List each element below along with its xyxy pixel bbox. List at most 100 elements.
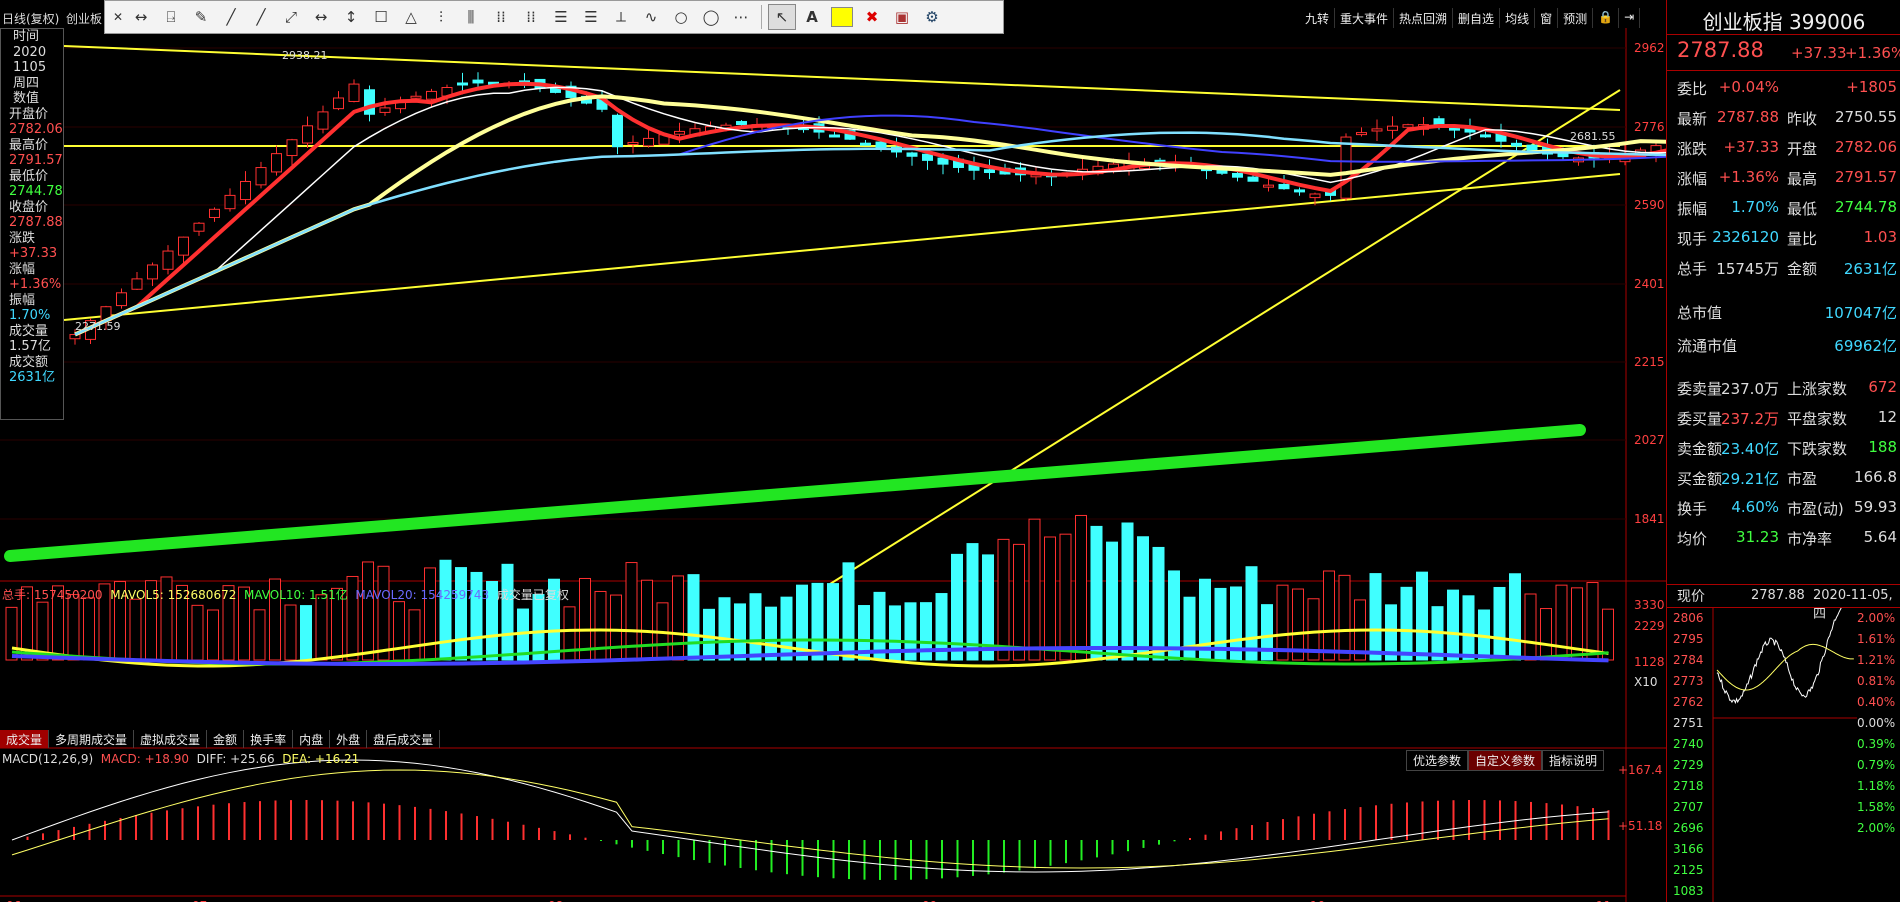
select-pointer-icon[interactable]: ↖ [768,4,796,30]
drawing-tool-2-icon[interactable]: ✎ [187,4,215,30]
candle-body [426,90,437,100]
index-title: 创业板指 399006 [1702,10,1866,34]
quote-value: 237.0万 [1721,380,1779,398]
market-cap-row: 总市值 107047亿 [1667,296,1900,326]
chart-tab-5[interactable]: 窗 [1535,8,1559,28]
data-window-item: 开盘价 [9,106,49,122]
indicator-tab-2[interactable]: 虚拟成交量 [134,730,208,748]
drawing-tool-1-icon[interactable]: ⍈ [157,4,185,30]
quote-label: 总市值 [1677,304,1723,322]
candle-body [1309,193,1321,199]
drawing-tool-3-icon[interactable]: ╱ [217,4,245,30]
volume-bar [83,597,95,661]
drawing-tool-19-icon[interactable]: ◯ [697,4,725,30]
volume-bar [207,609,219,661]
macd-button-1[interactable]: 自定义参数 [1468,750,1543,771]
quote-divider [1667,34,1900,35]
candlesticks [69,72,1662,345]
chart-tab-8[interactable]: ⇥ [1619,8,1641,28]
volume-bar [1044,536,1056,661]
color-picker-button[interactable] [828,4,856,30]
data-window-item: 2020 [13,44,47,60]
indicator-tab-4[interactable]: 换手率 [244,730,294,748]
quote-label: 昨收 [1787,110,1818,128]
delete-icon[interactable]: ✖ [858,4,886,30]
chart-tab-1[interactable]: 重大事件 [1335,8,1395,28]
indicator-tab-0[interactable]: 成交量 [0,730,50,748]
indicator-tab-6[interactable]: 外盘 [330,730,368,748]
volume-bar [393,601,405,661]
chart-tab-2[interactable]: 热点回溯 [1394,8,1454,28]
macd-name[interactable]: MACD(12,26,9) [2,752,93,766]
drawing-tool-13-icon[interactable]: ⁞⁞ [517,4,545,30]
quote-value: 237.2万 [1721,410,1779,428]
indicator-tab-7[interactable]: 盘后成交量 [367,730,441,748]
settings-gear-icon[interactable]: ⚙ [918,4,946,30]
mini-price-tick: 2125 [1673,863,1704,877]
text-tool-icon[interactable]: A [798,4,826,30]
close-icon[interactable]: ✕ [111,4,125,30]
quote-row: 总手 15745万 金额 2631亿 [1667,252,1900,282]
chart-tab-7[interactable]: 🔒 [1593,8,1620,28]
drawing-tool-14-icon[interactable]: ☰ [547,4,575,30]
mini-pct-tick: 2.00% [1857,611,1895,625]
candle-body [333,97,344,110]
drawing-tool-12-icon[interactable]: ⁞⁞ [487,4,515,30]
candle-body [271,153,282,173]
indicator-tab-5[interactable]: 内盘 [293,730,331,748]
quote-value: 2791.57 [1834,168,1897,186]
drawing-tool-11-icon[interactable]: ⫼ [457,4,485,30]
chart-tab-3[interactable]: 删自选 [1453,8,1501,28]
indicator-tab-1[interactable]: 多周期成交量 [49,730,135,748]
candle-body [1263,184,1274,188]
candle-body [116,292,127,307]
mini-pct-tick: 0.81% [1857,674,1895,688]
template-icon[interactable]: ▣ [888,4,916,30]
volume-legend: 总手: 157450200 MAVOL5: 152680672 MAVOL10:… [2,586,569,603]
drawing-tool-4-icon[interactable]: ╱ [247,4,275,30]
quote-row: 委比 +0.04% +1805 [1667,72,1900,102]
macd-buttons: 优选参数 自定义参数 指标说明 [1406,750,1605,771]
chart-tab-6[interactable]: 预测 [1558,8,1594,28]
drawing-tool-15-icon[interactable]: ☰ [577,4,605,30]
candle-body [984,169,995,173]
quote-row: 买金额 29.21亿 市盈 166.8 [1667,462,1900,492]
drawing-tool-9-icon[interactable]: △ [397,4,425,30]
mini-price-tick: 3166 [1673,842,1704,856]
candle-body [162,250,174,270]
macd-button-2[interactable]: 指标说明 [1542,750,1605,771]
drawing-tool-20-icon[interactable]: ⋯ [727,4,755,30]
tab-chinext[interactable]: 创业板 [66,10,102,27]
quote-row: 涨跌 +37.33 开盘 2782.06 [1667,132,1900,162]
drawing-tool-18-icon[interactable]: ○ [667,4,695,30]
quote-label: 涨幅 [1677,170,1708,188]
drawing-tool-10-icon[interactable]: ⫶ [427,4,455,30]
drawing-tool-16-icon[interactable]: ⟂ [607,4,635,30]
macd-button-0[interactable]: 优选参数 [1406,750,1469,771]
drawing-tool-17-icon[interactable]: ∿ [637,4,665,30]
volume-bar [532,594,545,661]
quote-value: 1.70% [1731,198,1779,216]
mini-pct-tick: 0.00% [1857,716,1895,730]
drawing-tool-8-icon[interactable]: ☐ [367,4,395,30]
volume-bar [765,606,777,661]
candle-body [1247,176,1259,182]
indicator-tab-3[interactable]: 金额 [207,730,245,748]
volume-bar [1028,518,1041,661]
chart-tab-0[interactable]: 九转 [1300,8,1336,28]
drawing-tool-6-icon[interactable]: ↔ [307,4,335,30]
quote-row: 最新 2787.88 昨收 2750.55 [1667,102,1900,132]
drawing-tool-5-icon[interactable]: ⤢ [277,4,305,30]
drawing-tool-0-icon[interactable]: ↔ [127,4,155,30]
chart-tab-4[interactable]: 均线 [1500,8,1536,28]
mini-price-tick: 2751 [1673,716,1704,730]
drawing-tool-7-icon[interactable]: ↕ [337,4,365,30]
volume-bar [1323,570,1335,661]
mini-pct-tick: 1.21% [1857,653,1895,667]
quote-value: 5.64 [1863,528,1897,546]
volume-bar [997,538,1010,661]
data-window-item: 涨幅 [9,261,36,277]
candle-body [1402,124,1414,128]
tab-daily-adjusted[interactable]: 日线(复权) [2,10,59,27]
mini-pct-tick: 0.79% [1857,758,1895,772]
